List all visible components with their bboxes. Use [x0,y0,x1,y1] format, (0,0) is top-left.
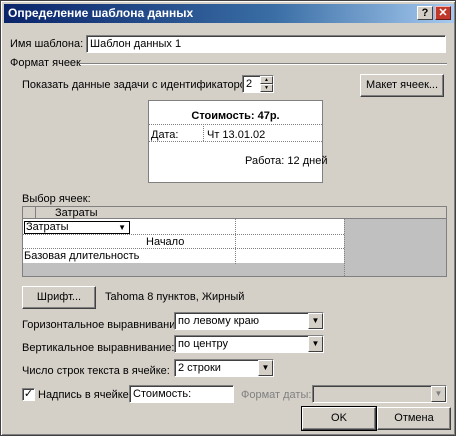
spin-up-icon[interactable]: ▲ [260,76,273,84]
spinner-arrows[interactable]: ▲ ▼ [260,76,273,92]
preview-date-value: Чт 13.01.02 [207,129,266,141]
chevron-down-icon[interactable]: ▼ [258,360,273,376]
cancel-button[interactable]: Отмена [377,407,451,430]
close-icon[interactable]: ✕ [435,6,451,20]
grid-row-sep-2 [23,248,344,249]
lines-label: Число строк текста в ячейке: [22,365,170,377]
lines-select[interactable]: 2 строки ▼ [174,359,274,377]
dialog-window: Определение шаблона данных ? ✕ Имя шабло… [0,0,456,436]
chevron-down-icon[interactable]: ▼ [308,313,323,329]
date-format-label: Формат даты: [241,389,312,401]
cell-choice-grid[interactable]: Затраты Затраты ▼ Начало Базовая длитель… [22,206,447,277]
show-task-label: Показать данные задачи с идентификатором… [22,79,257,91]
cell-caption-checkbox[interactable]: ✓ [22,388,35,401]
date-format-select: ▼ [312,385,447,403]
spin-down-icon[interactable]: ▼ [260,84,273,92]
preview-cost: Стоимость: 47р. [191,110,280,122]
grid-row-sep-1 [23,234,344,235]
preview-date-label: Дата: [151,129,179,141]
cell-caption-label[interactable]: Надпись в ячейке: [38,389,132,401]
grid-shaded-row [23,263,446,276]
chevron-down-icon: ▼ [431,386,446,402]
combo-arrow-icon[interactable]: ▼ [118,222,126,233]
grid-cell-combo-value: Затраты [26,221,69,233]
h-align-select[interactable]: по левому краю ▼ [174,312,324,330]
v-align-value: по центру [178,338,229,350]
grid-col-sep-1 [235,219,236,264]
template-name-label: Имя шаблона: [10,38,84,50]
cell-choice-label: Выбор ячеек: [22,193,91,205]
h-align-label: Горизонтальное выравнивание: [22,319,185,331]
v-align-select[interactable]: по центру ▼ [174,335,324,353]
cell-format-divider [80,63,447,65]
grid-cell-baseline-duration[interactable]: Базовая длительность [24,250,139,262]
font-button[interactable]: Шрифт... [22,286,96,309]
preview-work: Работа: 12 дней [245,155,328,167]
cell-caption-input[interactable]: Стоимость: [129,385,234,403]
grid-cell-start[interactable]: Начало [146,236,184,248]
grid-header-row: Затраты [23,207,446,219]
cell-preview: Стоимость: 47р. Дата: Чт 13.01.02 Работа… [148,100,327,183]
preview-divider-2 [149,141,322,142]
dialog-title: Определение шаблона данных [8,6,194,20]
chevron-down-icon[interactable]: ▼ [308,336,323,352]
grid-header-text: Затраты [55,207,98,219]
preview-divider-1 [149,124,322,125]
checkmark-icon: ✓ [23,388,34,400]
h-align-value: по левому краю [178,315,260,327]
grid-col-sep-2 [344,219,345,276]
layout-cells-button[interactable]: Макет ячеек... [360,74,444,97]
preview-divider-v [203,124,204,141]
task-id-value: 2 [246,78,253,90]
font-description: Tahoma 8 пунктов, Жирный [105,291,245,303]
template-name-input[interactable]: Шаблон данных 1 [86,35,446,53]
lines-value: 2 строки [178,362,221,374]
grid-cell-combo[interactable]: Затраты ▼ [24,221,130,234]
ok-button[interactable]: OK [301,406,377,431]
help-icon[interactable]: ? [417,6,433,20]
title-bar: Определение шаблона данных ? ✕ [4,4,454,23]
cell-format-group-label: Формат ячеек [10,57,81,69]
v-align-label: Вертикальное выравнивание: [22,342,175,354]
grid-header-sep [35,207,36,219]
task-id-spinner[interactable]: 2 ▲ ▼ [242,75,274,93]
